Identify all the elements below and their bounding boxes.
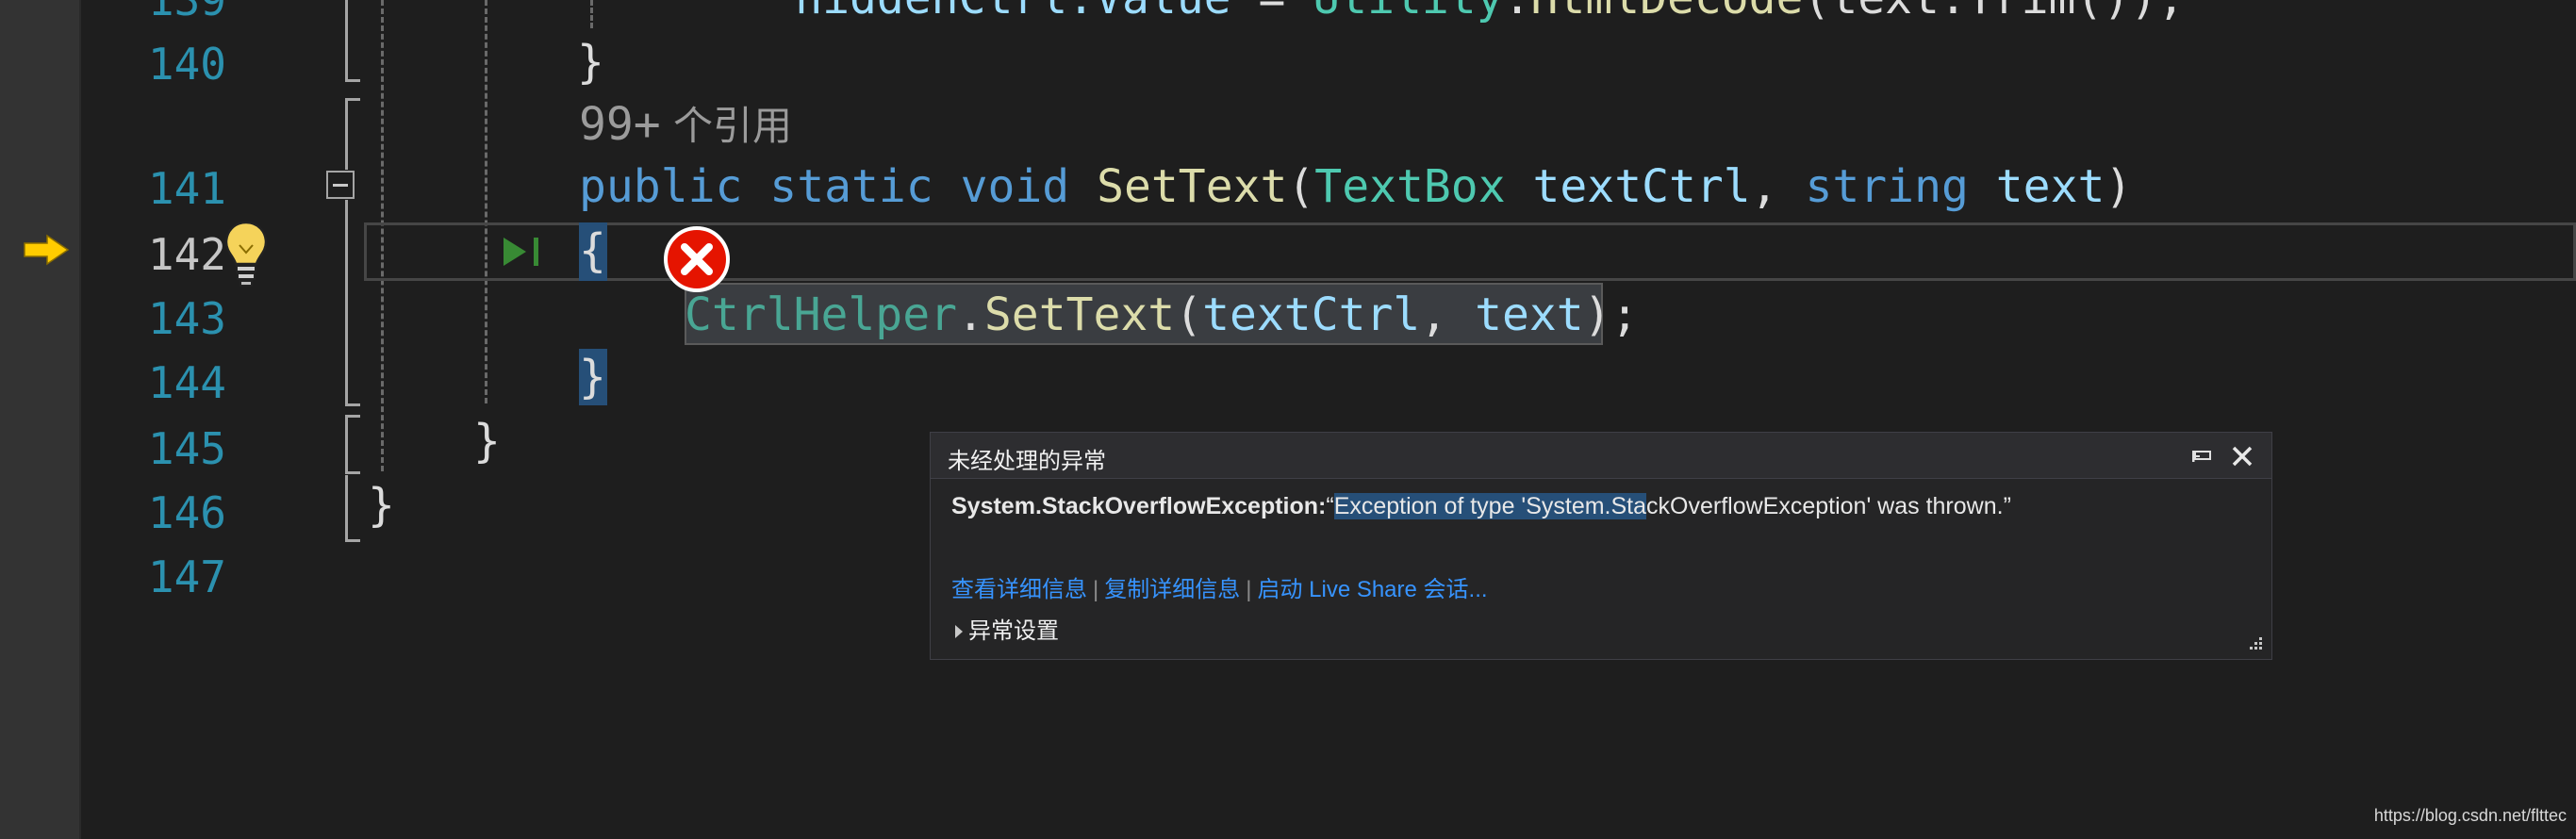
indent-guide [485, 0, 487, 403]
line-number: 143 [147, 293, 226, 344]
popup-title: 未经处理的异常 [948, 449, 1106, 474]
outline-bar [345, 0, 348, 81]
outline-bar [345, 403, 360, 406]
outline-bar [345, 98, 348, 170]
line-number-current: 142 [147, 229, 226, 280]
codelens-references[interactable]: 99+ 个引用 [579, 94, 792, 156]
error-circle-icon [664, 226, 730, 292]
copy-details-link[interactable]: 复制详细信息 [1104, 577, 1240, 602]
code-line-139[interactable]: hiddenCtrl.Value = Utility.HtmlDecode(te… [577, 0, 2185, 28]
outline-bar [345, 79, 360, 82]
exception-helper-popup: 未经处理的异常 System.StackOverflowException:“E… [930, 432, 2272, 660]
line-number: 140 [147, 39, 226, 90]
line-number: 139 [147, 0, 226, 25]
link-separator: | [1093, 577, 1099, 602]
lightbulb-icon[interactable] [223, 219, 270, 288]
line-number: 145 [147, 423, 226, 474]
code-line-140[interactable]: } [577, 32, 604, 92]
view-details-link[interactable]: 查看详细信息 [951, 577, 1087, 602]
margin-divider [79, 0, 81, 839]
collapse-toggle[interactable] [326, 171, 355, 199]
line-number: 144 [147, 357, 226, 408]
exception-links: 查看详细信息 | 复制详细信息 | 启动 Live Share 会话... [951, 570, 1488, 603]
pin-icon[interactable] [2188, 442, 2217, 470]
outline-bar [345, 200, 348, 405]
outline-bar [345, 539, 360, 542]
live-share-link[interactable]: 启动 Live Share 会话... [1257, 577, 1487, 602]
code-line-143[interactable]: CtrlHelper.SetText(textCtrl, text); [685, 285, 1638, 345]
outline-bar [345, 471, 360, 474]
exception-message: System.StackOverflowException:“Exception… [951, 493, 2011, 519]
line-number: 146 [147, 487, 226, 538]
exception-type: System.StackOverflowException: [951, 493, 1327, 519]
run-to-cursor-icon[interactable] [502, 236, 545, 268]
code-line-145[interactable]: } [473, 411, 501, 471]
outline-bar [345, 415, 348, 471]
line-number: 147 [147, 551, 226, 602]
code-line-141[interactable]: public static void SetText(TextBox textC… [579, 156, 2132, 217]
code-line-146[interactable]: } [368, 475, 395, 535]
arrow-right-icon[interactable] [23, 234, 70, 266]
line-number: 141 [147, 163, 226, 214]
code-line-144[interactable]: } [579, 347, 606, 407]
close-icon[interactable] [2228, 442, 2256, 470]
resize-grip-icon[interactable] [2243, 633, 2264, 653]
code-line-142[interactable]: { [579, 221, 606, 281]
popup-title-bar[interactable]: 未经处理的异常 [931, 433, 2271, 479]
link-separator: | [1246, 577, 1252, 602]
selected-text: Exception of type 'System.Sta [1333, 493, 1647, 519]
watermark: https://blog.csdn.net/flttec [2373, 806, 2567, 825]
indicator-margin[interactable] [0, 0, 81, 839]
exception-settings-expander[interactable]: 异常设置 [951, 612, 1059, 645]
expand-triangle-icon [955, 625, 963, 638]
outline-bar [345, 475, 348, 541]
